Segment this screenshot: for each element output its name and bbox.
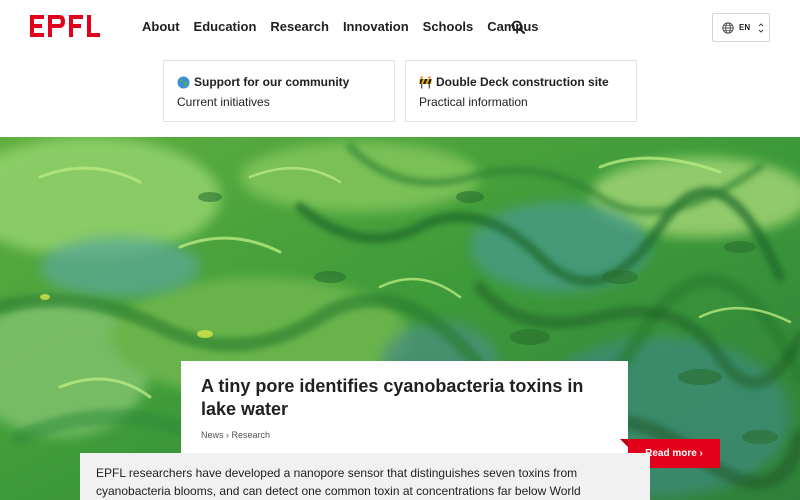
language-switcher[interactable]: EN <box>712 13 770 42</box>
quick-link-support[interactable]: Support for our community Current initia… <box>163 60 395 122</box>
site-header: About Education Research Innovation Scho… <box>0 0 800 56</box>
quick-link-title: Support for our community <box>177 75 381 89</box>
quick-link-title-text: Double Deck construction site <box>436 75 609 89</box>
chevron-updown-icon <box>758 23 764 33</box>
breadcrumb-research[interactable]: Research <box>232 430 271 440</box>
nav-item-about[interactable]: About <box>142 19 180 34</box>
language-code: EN <box>739 23 751 32</box>
globe-icon <box>177 76 190 88</box>
news-headline[interactable]: A tiny pore identifies cyanobacteria tox… <box>201 375 608 421</box>
main-nav: About Education Research Innovation Scho… <box>142 19 539 34</box>
headline-card[interactable]: A tiny pore identifies cyanobacteria tox… <box>181 361 628 455</box>
nav-item-innovation[interactable]: Innovation <box>343 19 409 34</box>
summary-card: EPFL researchers have developed a nanopo… <box>80 453 650 500</box>
breadcrumb-news[interactable]: News <box>201 430 224 440</box>
quick-link-construction[interactable]: Double Deck construction site Practical … <box>405 60 637 122</box>
quick-link-title: Double Deck construction site <box>419 75 623 89</box>
nav-item-research[interactable]: Research <box>270 19 329 34</box>
search-icon[interactable] <box>511 20 525 34</box>
quick-link-subtitle: Current initiatives <box>177 95 270 109</box>
globe-icon <box>722 21 734 34</box>
nav-item-schools[interactable]: Schools <box>423 19 474 34</box>
quick-link-title-text: Support for our community <box>194 75 350 89</box>
news-summary: EPFL researchers have developed a nanopo… <box>96 466 581 498</box>
construction-barrier-icon <box>419 75 432 88</box>
breadcrumb: News › Research <box>201 430 608 440</box>
quick-link-subtitle: Practical information <box>419 95 528 109</box>
epfl-logo[interactable] <box>30 15 100 37</box>
breadcrumb-separator: › <box>226 430 230 440</box>
nav-item-education[interactable]: Education <box>194 19 257 34</box>
